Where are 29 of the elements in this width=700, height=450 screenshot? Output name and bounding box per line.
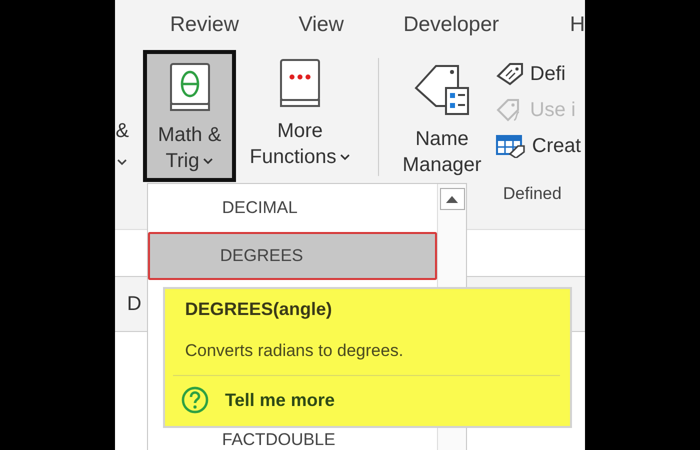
function-signature: DEGREES(angle) [185, 299, 334, 320]
ribbon-button[interactable]: Creat [496, 128, 585, 164]
scroll-up-button[interactable] [440, 188, 464, 210]
ribbon-button[interactable]: Defi [496, 56, 585, 92]
book-theta-icon [168, 62, 210, 112]
ribbon-tab[interactable]: Review [170, 13, 299, 37]
tag-icon [496, 62, 524, 86]
ribbon-button[interactable]: Math & Trig [143, 50, 236, 182]
ribbon-button[interactable]: More Functions [238, 50, 362, 182]
caret-icon[interactable] [117, 159, 127, 166]
table-tag-icon [496, 134, 526, 158]
function-description: Converts radians to degrees. [185, 341, 404, 361]
tag-list-icon [412, 62, 472, 116]
help-link[interactable]: Tell me more [181, 386, 335, 414]
ribbon-tab[interactable]: H [570, 13, 585, 37]
menu-item[interactable]: DEGREES [148, 232, 437, 280]
ribbon-tab[interactable]: Developer [403, 13, 570, 37]
column-header: D [127, 292, 142, 316]
caret-icon [203, 158, 214, 164]
help-icon [181, 386, 209, 414]
caret-icon [340, 154, 350, 160]
menu-item[interactable]: FACTDOUBLE [148, 428, 338, 450]
menu-item[interactable]: DECIMAL [148, 184, 437, 232]
up-arrow-icon [446, 196, 458, 202]
ribbon-tab[interactable]: View [298, 13, 404, 37]
group-label: Defined [503, 184, 563, 204]
ribbon-button[interactable]: Name Manager [394, 50, 490, 182]
book-dots-icon [279, 58, 321, 108]
button-label[interactable]: & [116, 120, 129, 143]
